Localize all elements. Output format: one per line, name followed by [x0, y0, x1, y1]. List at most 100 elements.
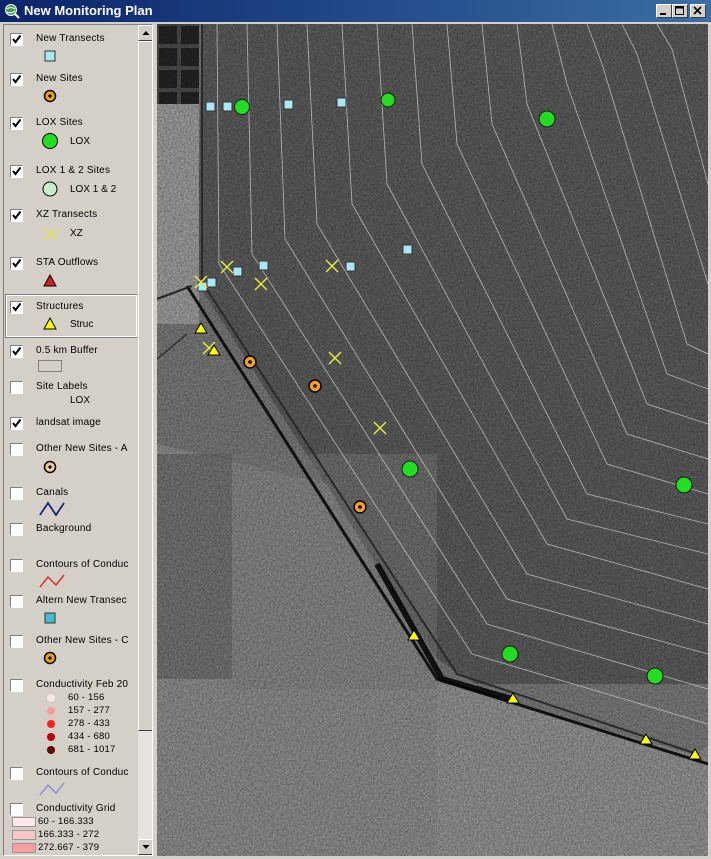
window-title: New Monitoring Plan: [24, 3, 153, 18]
layer-name: LOX 1 & 2 Sites: [36, 165, 111, 176]
toc-scrollbar[interactable]: [138, 25, 152, 855]
layer-name: STA Outflows: [36, 257, 99, 268]
layer-checkbox[interactable]: [10, 117, 23, 130]
grid-swatch-icon: [12, 830, 36, 840]
layer-name: Other New Sites - A: [36, 443, 128, 454]
layer-checkbox[interactable]: [10, 73, 23, 86]
maximize-icon: [675, 6, 684, 15]
layer-checkbox[interactable]: [10, 635, 23, 648]
legend-label: 157 - 277: [68, 705, 110, 716]
legend-label: 681 - 1017: [68, 744, 116, 755]
grid-swatch-icon: [12, 817, 36, 827]
layer-checkbox[interactable]: [10, 257, 23, 270]
layer-checkbox[interactable]: [10, 165, 23, 178]
layer-name: landsat image: [36, 417, 101, 428]
checkmark-icon: [12, 418, 22, 428]
globe-icon: [5, 4, 20, 19]
legend-label: LOX: [70, 136, 91, 147]
layer-name: LOX Sites: [36, 117, 83, 128]
layer-name: Contours of Conduc: [36, 767, 129, 778]
layer-name: Background: [36, 523, 92, 534]
minimize-button[interactable]: [656, 4, 672, 18]
conductivity-dot-icon: [47, 694, 55, 702]
legend-label: XZ: [70, 228, 83, 239]
scroll-up-button[interactable]: [138, 25, 152, 41]
layer-name: Altern New Transec: [36, 595, 127, 606]
layer-checkbox[interactable]: [10, 443, 23, 456]
checkmark-icon: [12, 118, 22, 128]
checkmark-icon: [12, 166, 22, 176]
layer-checkbox[interactable]: [10, 595, 23, 608]
lavender-line-icon: [39, 782, 65, 796]
legend-label: 60 - 166.333: [38, 816, 94, 827]
legend-label: 278 - 433: [68, 718, 110, 729]
layer-checkbox[interactable]: [10, 487, 23, 500]
layer-name: New Transects: [36, 33, 105, 44]
close-icon: [693, 6, 702, 15]
yellow-triangle-icon: [43, 317, 57, 330]
layer-name: Canals: [36, 487, 69, 498]
conductivity-dot-icon: [47, 746, 55, 754]
scroll-thumb[interactable]: [138, 41, 152, 731]
close-button[interactable]: [690, 4, 706, 18]
layer-checkbox[interactable]: [10, 679, 23, 692]
layer-name: New Sites: [36, 73, 83, 84]
scroll-down-button[interactable]: [138, 839, 152, 855]
layer-name: 0.5 km Buffer: [36, 345, 98, 356]
layer-checkbox[interactable]: [10, 417, 23, 430]
gray-rect-icon: [38, 360, 62, 372]
title-bar[interactable]: New Monitoring Plan: [0, 0, 711, 22]
layer-checkbox[interactable]: [10, 345, 23, 358]
minimize-icon: [660, 13, 666, 15]
layer-checkbox[interactable]: [10, 33, 23, 46]
layer-checkbox[interactable]: [10, 523, 23, 536]
red-line-icon: [39, 574, 65, 588]
navy-line-icon: [39, 501, 65, 517]
layer-name: Site Labels: [36, 381, 88, 392]
orange-circle-icon: [43, 460, 57, 474]
checkmark-icon: [12, 210, 22, 220]
legend-label: 272.667 - 379: [38, 842, 100, 853]
layer-name: Conductivity Grid: [36, 803, 116, 814]
table-of-contents: New Transects New Sites LOX Sites LOX LO…: [3, 24, 153, 856]
red-triangle-icon: [43, 274, 57, 287]
green-circle-icon: [42, 133, 58, 149]
pale-green-circle-icon: [42, 181, 58, 197]
conductivity-dot-icon: [47, 707, 55, 715]
square-teal-icon: [44, 612, 56, 624]
yellow-x-icon: [44, 227, 58, 241]
grid-swatch-icon: [12, 843, 36, 853]
orange-circle-icon: [43, 89, 57, 103]
arrow-down-icon: [142, 845, 150, 849]
layer-checkbox[interactable]: [10, 559, 23, 572]
checkmark-icon: [12, 74, 22, 84]
checkmark-icon: [12, 258, 22, 268]
conductivity-dot-icon: [47, 720, 55, 728]
layer-checkbox[interactable]: [10, 381, 23, 394]
conductivity-dot-icon: [47, 733, 55, 741]
layer-checkbox[interactable]: [10, 767, 23, 780]
legend-label: Struc: [70, 319, 94, 330]
checkmark-icon: [12, 346, 22, 356]
legend-label: LOX: [70, 395, 91, 406]
layer-checkbox[interactable]: [10, 803, 23, 816]
maximize-button[interactable]: [672, 4, 688, 18]
layer-name: Contours of Conduc: [36, 559, 129, 570]
layer-checkbox[interactable]: [10, 209, 23, 222]
layer-name: Structures: [36, 301, 84, 312]
layer-list: New Transects New Sites LOX Sites LOX LO…: [4, 25, 137, 855]
square-cyan-icon: [44, 50, 56, 62]
arrow-up-icon: [142, 31, 150, 35]
layer-checkbox[interactable]: [10, 301, 23, 314]
checkmark-icon: [12, 34, 22, 44]
map-canvas[interactable]: [157, 24, 708, 856]
legend-label: LOX 1 & 2: [70, 184, 117, 195]
legend-label: 434 - 680: [68, 731, 110, 742]
map-view[interactable]: [157, 24, 708, 856]
layer-name: Conductivity Feb 20: [36, 679, 129, 690]
legend-label: 166.333 - 272: [38, 829, 100, 840]
layer-name: XZ Transects: [36, 209, 98, 220]
orange-circle-icon: [43, 651, 57, 665]
checkmark-icon: [12, 302, 22, 312]
legend-label: 60 - 156: [68, 692, 105, 703]
